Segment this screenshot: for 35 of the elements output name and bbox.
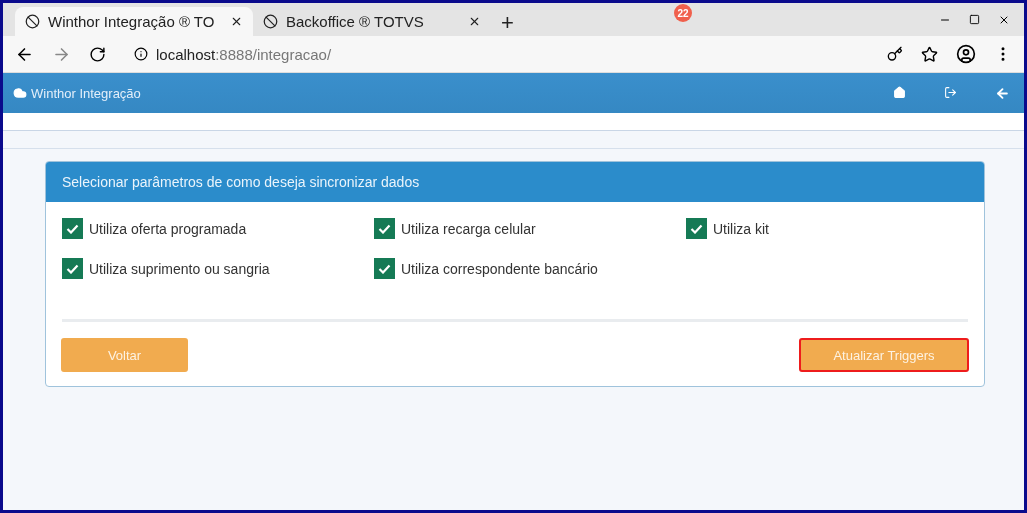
logout-icon[interactable]: [944, 85, 957, 99]
account-icon[interactable]: [956, 44, 976, 64]
new-tab-button[interactable]: +: [491, 10, 524, 36]
blocked-icon: [25, 14, 40, 29]
star-icon[interactable]: [921, 45, 938, 63]
checkbox-label: Utiliza kit: [713, 220, 769, 237]
close-icon[interactable]: [468, 15, 481, 28]
checkbox-label: Utiliza oferta programada: [89, 220, 247, 237]
info-icon[interactable]: [134, 47, 148, 61]
browser-tab[interactable]: Backoffice ® TOTVS: [253, 7, 491, 36]
checkbox-label: Utiliza correspondente bancário: [401, 260, 598, 277]
key-icon[interactable]: [887, 46, 903, 62]
close-icon[interactable]: [230, 15, 243, 28]
checkbox[interactable]: [374, 218, 395, 239]
browser-tab[interactable]: Winthor Integração ® TO: [15, 7, 253, 36]
check-icon: [378, 263, 391, 274]
checkbox[interactable]: [62, 258, 83, 279]
panel-title: Selecionar parâmetros de como deseja sincronizar dados: [46, 162, 984, 202]
home-icon[interactable]: [893, 85, 906, 99]
checkbox-label: Utiliza suprimento ou sangria: [89, 260, 270, 277]
check-icon: [66, 263, 79, 274]
check-icon: [66, 223, 79, 234]
url-field[interactable]: localhost:8888/integracao/: [156, 45, 332, 63]
check-icon: [690, 223, 703, 234]
maximize-icon[interactable]: [969, 13, 980, 25]
checkbox[interactable]: [62, 218, 83, 239]
checkbox-label: Utiliza recarga celular: [401, 220, 536, 237]
blocked-icon: [263, 14, 278, 29]
check-icon: [378, 223, 391, 234]
app-title: Winthor Integração: [31, 85, 142, 101]
checkbox[interactable]: [686, 218, 707, 239]
notification-badge: 22: [674, 4, 692, 22]
reload-icon[interactable]: [89, 45, 106, 63]
cloud-icon: [13, 86, 27, 100]
checkbox[interactable]: [374, 258, 395, 279]
